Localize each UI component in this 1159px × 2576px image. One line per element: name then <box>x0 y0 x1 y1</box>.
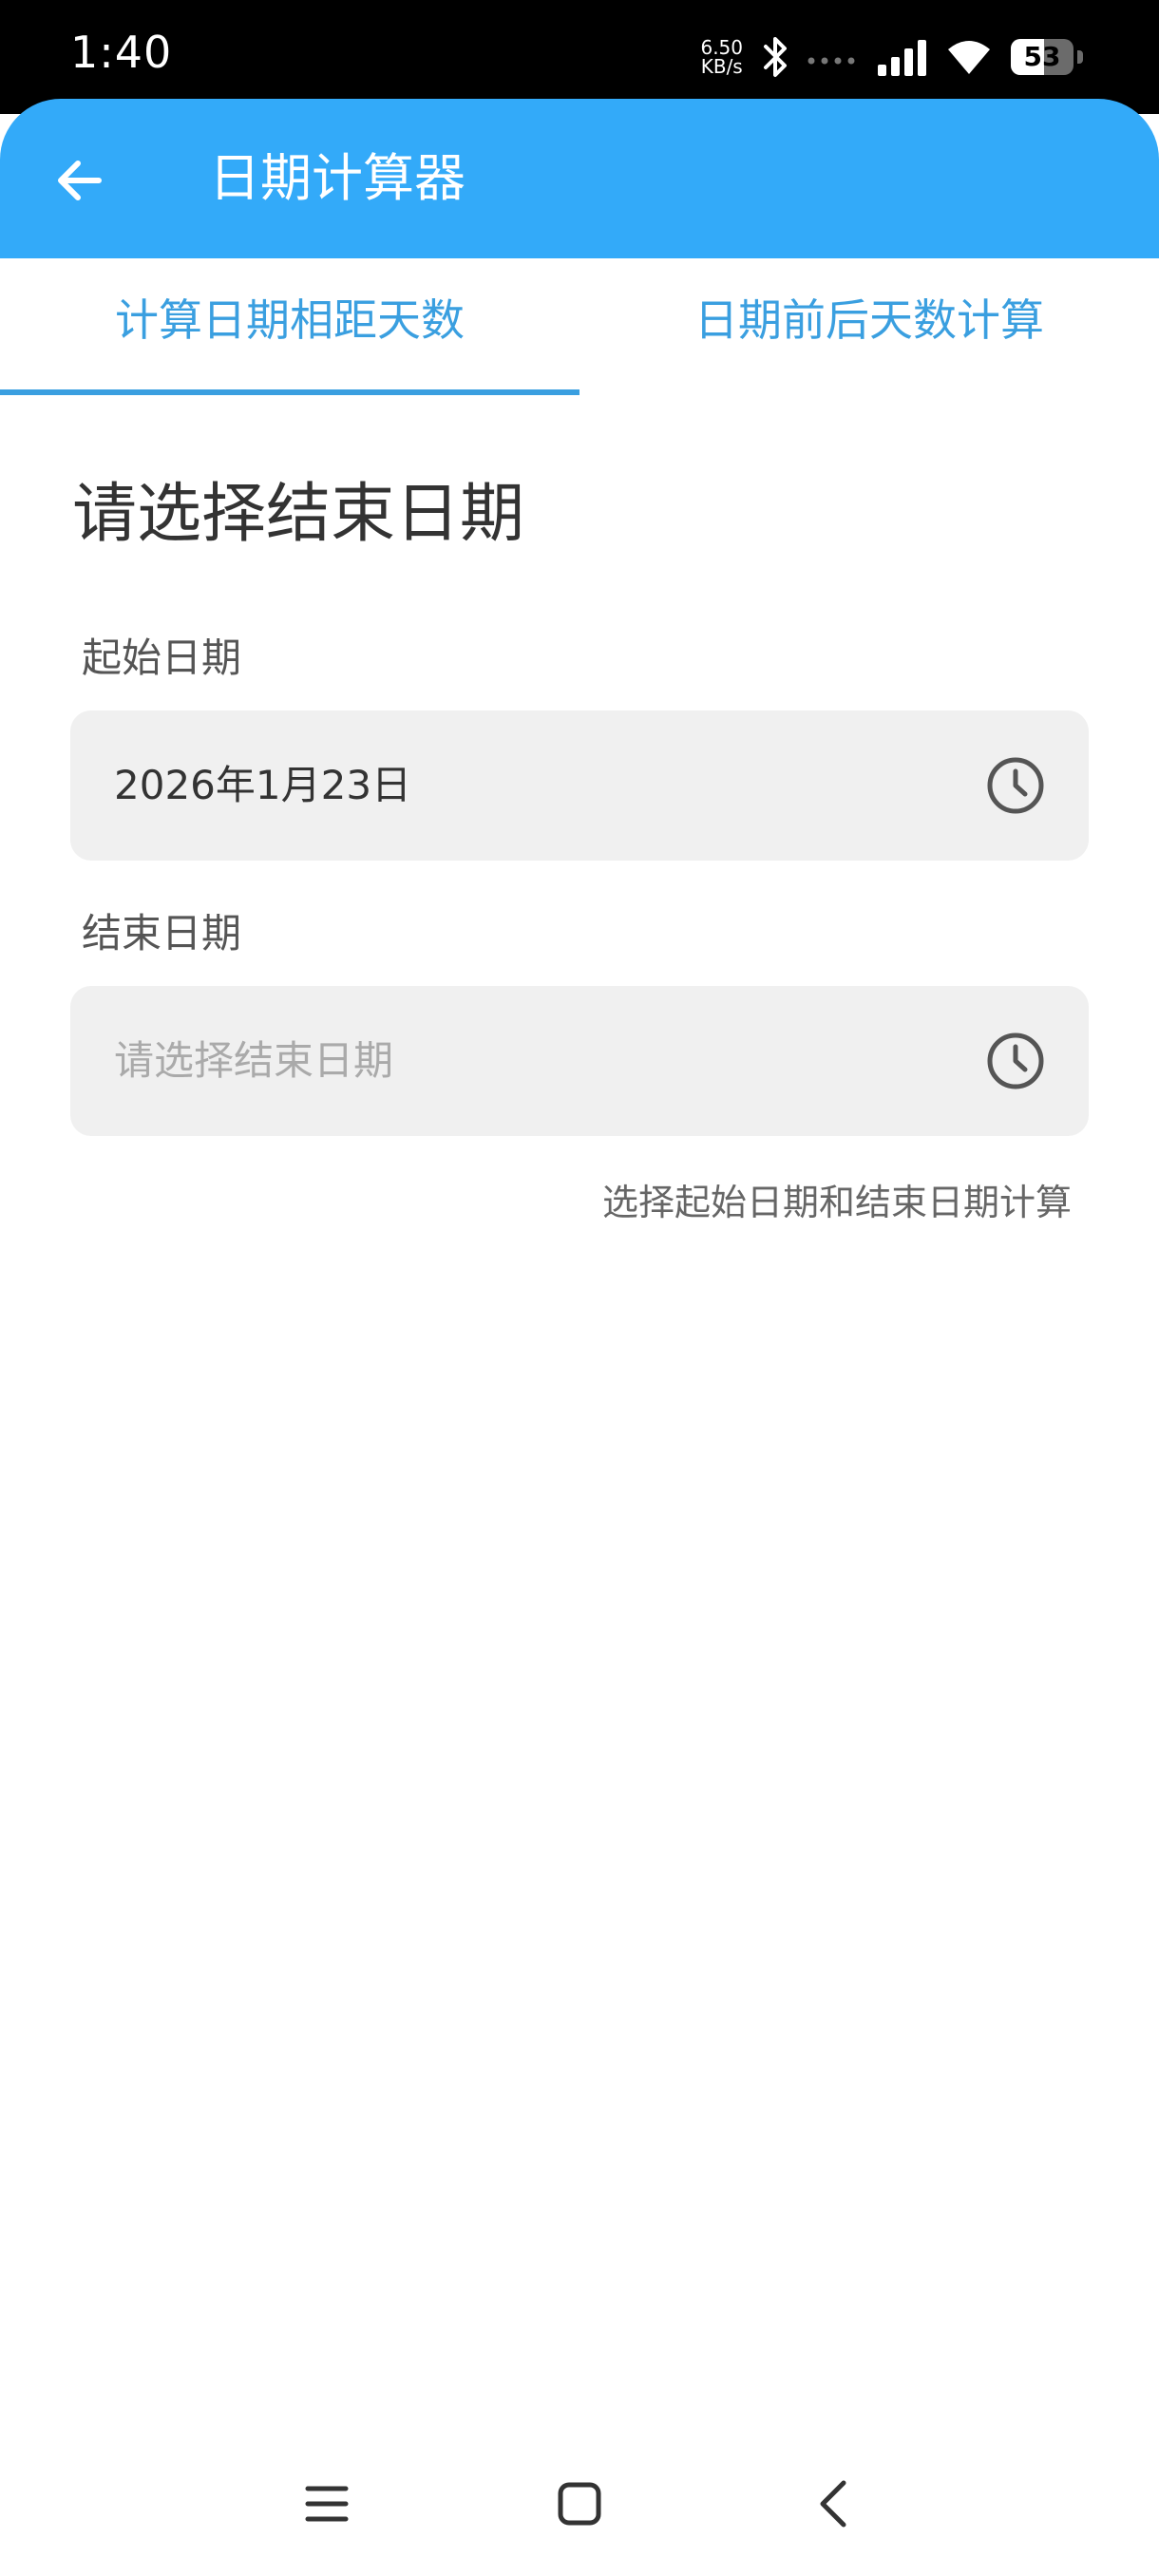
cellular-signal-icon <box>878 40 926 76</box>
menu-icon <box>305 2486 349 2522</box>
tab-indicator <box>0 389 580 395</box>
end-date-field[interactable]: 请选择结束日期 <box>70 986 1089 1136</box>
start-date-value: 2026年1月23日 <box>114 762 412 808</box>
start-date-label: 起始日期 <box>82 635 242 681</box>
back-button[interactable] <box>38 141 118 220</box>
system-nav-bar <box>0 2443 1159 2576</box>
hint-text: 选择起始日期和结束日期计算 <box>601 1182 1072 1223</box>
tab-days-between[interactable]: 计算日期相距天数 <box>0 258 580 395</box>
end-date-label: 结束日期 <box>82 910 242 957</box>
clock-icon[interactable] <box>986 1032 1045 1090</box>
arrow-back-icon <box>58 161 102 200</box>
home-button[interactable] <box>542 2466 618 2542</box>
menu-button[interactable] <box>289 2466 365 2542</box>
end-date-placeholder: 请选择结束日期 <box>114 1037 394 1084</box>
battery-level: 53 <box>1023 41 1061 72</box>
tab-bar: 计算日期相距天数 日期前后天数计算 <box>0 258 1159 395</box>
wifi-icon <box>948 41 990 74</box>
signal-dots-icon <box>808 57 855 65</box>
home-icon <box>558 2482 601 2526</box>
start-date-field[interactable]: 2026年1月23日 <box>70 710 1089 861</box>
back-icon <box>820 2480 846 2528</box>
app-bar: 日期计算器 <box>0 99 1159 258</box>
battery-icon: 53 <box>1011 39 1083 75</box>
clock-icon[interactable] <box>986 756 1045 815</box>
status-icons: 6.50 KB/s 53 <box>700 30 1083 84</box>
network-speed-unit: KB/s <box>700 55 743 78</box>
status-time: 1:40 <box>70 27 173 78</box>
network-speed: 6.50 KB/s <box>700 38 743 76</box>
status-bar: 1:40 6.50 KB/s 53 <box>0 0 1159 114</box>
app-title: 日期计算器 <box>209 148 466 208</box>
tab-date-offset[interactable]: 日期前后天数计算 <box>580 258 1159 395</box>
section-heading: 请选择结束日期 <box>72 477 525 552</box>
network-speed-value: 6.50 <box>700 36 743 59</box>
bluetooth-icon <box>764 37 787 77</box>
nav-back-button[interactable] <box>794 2466 870 2542</box>
